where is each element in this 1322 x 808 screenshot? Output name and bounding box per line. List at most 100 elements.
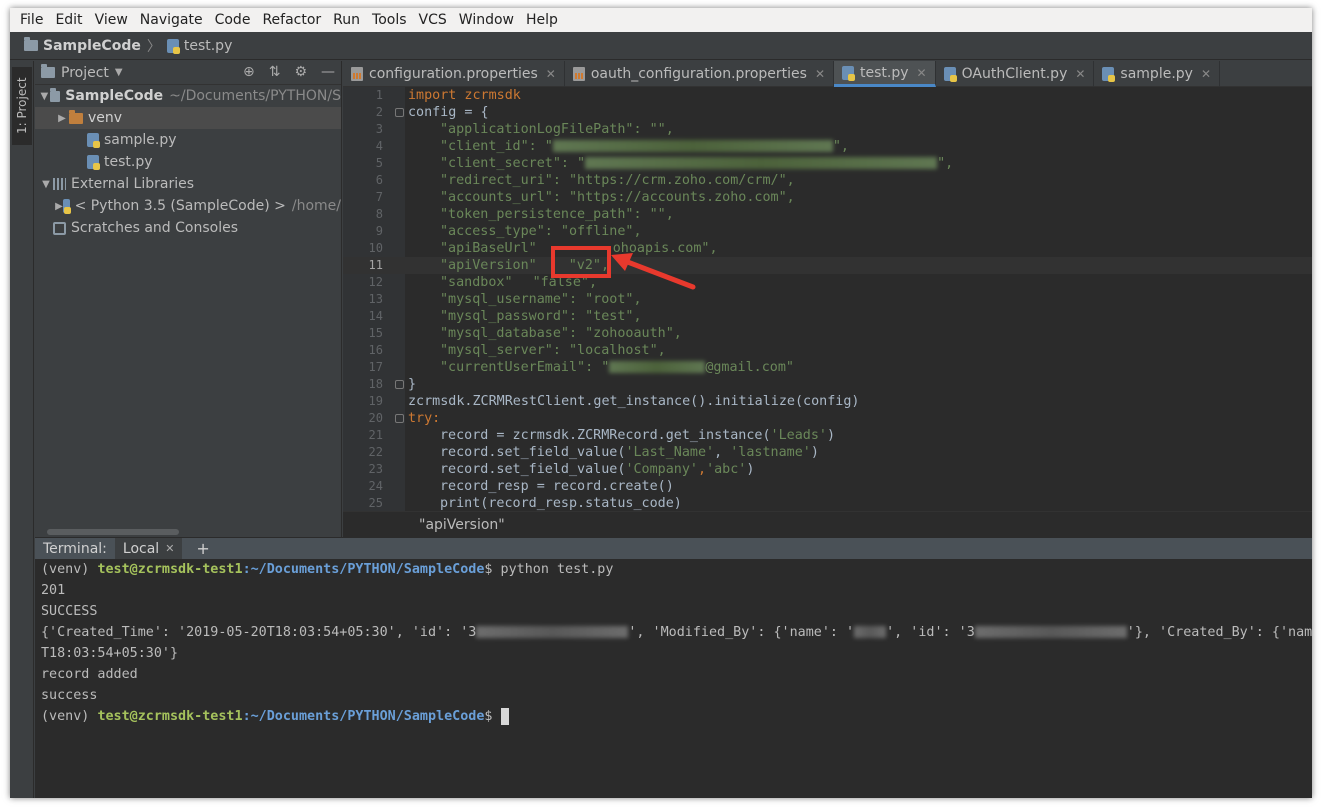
code-text: "sandbox" [440, 275, 513, 290]
code-text: "currentUserEmail": " [440, 360, 610, 375]
fold-icon[interactable] [395, 414, 404, 423]
menu-file[interactable]: File [14, 12, 49, 28]
tree-item-sample-py[interactable]: sample.py [35, 129, 341, 151]
menu-bar: File Edit View Navigate Code Refactor Ru… [10, 8, 1312, 32]
tree-item-scratches[interactable]: Scratches and Consoles [35, 217, 341, 239]
code-line: 8 "token_persistence_path": "", [343, 206, 1312, 223]
breadcrumb-project[interactable]: SampleCode [24, 37, 141, 54]
project-tree: ▼ SampleCode ~/Documents/PYTHON/S ▶ venv… [35, 85, 341, 239]
code-text: 'Leads' [770, 428, 827, 443]
tab-oauthclient-py[interactable]: OAuthClient.py ✕ [936, 61, 1095, 87]
tab-sample-py[interactable]: sample.py ✕ [1094, 61, 1221, 87]
terminal-line: success [41, 688, 98, 703]
code-text: config = { [408, 105, 489, 120]
code-text: "redirect_uri": "https://crm.zoho.com/cr… [440, 173, 795, 188]
code-line: 3 "applicationLogFilePath": "", [343, 121, 1312, 138]
code-text: 'lastname' [730, 445, 811, 460]
hide-panel-icon[interactable]: — [321, 64, 335, 80]
tree-item-label: sample.py [104, 132, 177, 148]
locate-icon[interactable]: ⊕ [243, 64, 255, 80]
tree-item-python-sdk[interactable]: ▶ < Python 3.5 (SampleCode) > /home/ [35, 195, 341, 217]
close-icon[interactable]: ✕ [815, 67, 825, 81]
terminal-line: record added [41, 667, 138, 682]
code-line-current: 11 "apiVersion" "v2", [343, 257, 1312, 274]
menu-help[interactable]: Help [520, 12, 564, 28]
code-line: 14 "mysql_password": "test", [343, 308, 1312, 325]
code-line: 9 "access_type": "offline", [343, 223, 1312, 240]
code-line: 16 "mysql_server": "localhost", [343, 342, 1312, 359]
python-file-icon [166, 38, 180, 54]
tree-item-venv[interactable]: ▶ venv [35, 107, 341, 129]
tab-configuration-properties[interactable]: configuration.properties ✕ [343, 61, 565, 87]
prompt-symbol: $ [484, 709, 501, 724]
terminal-text: ', 'id': '3 [886, 625, 975, 640]
chevron-right-icon: 〉 [146, 38, 161, 55]
close-icon[interactable]: ✕ [1075, 67, 1085, 81]
project-tool-tab[interactable]: 1: Project [12, 67, 32, 145]
code-text: 'Last_Name' [625, 445, 715, 460]
line-number: 19 [368, 394, 383, 408]
project-view-selector[interactable]: Project [61, 65, 109, 81]
menu-view[interactable]: View [89, 12, 134, 28]
editor-breadcrumb[interactable]: "apiVersion" [343, 511, 1312, 537]
python-file-icon [87, 133, 100, 148]
new-terminal-plus-icon[interactable]: + [182, 539, 223, 558]
terminal-tab-local[interactable]: Local ✕ [114, 537, 183, 560]
tab-test-py[interactable]: test.py ✕ [834, 61, 936, 87]
tree-item-samplecode[interactable]: ▼ SampleCode ~/Documents/PYTHON/S [35, 85, 341, 107]
menu-vcs[interactable]: VCS [413, 12, 453, 28]
code-text: "apiVersion" [440, 258, 537, 273]
redacted-value [974, 626, 1127, 638]
menu-window[interactable]: Window [453, 12, 520, 28]
tree-item-test-py[interactable]: test.py [35, 151, 341, 173]
line-number: 4 [375, 139, 383, 153]
code-text: "accounts_url": "https://accounts.zoho.c… [440, 190, 795, 205]
close-icon[interactable]: ✕ [917, 66, 927, 80]
code-text: import zcrmsdk [408, 88, 521, 103]
terminal-line: {'Created_Time': '2019-05-20T18:03:54+05… [41, 622, 1312, 643]
dropdown-arrow-icon[interactable]: ▼ [115, 67, 123, 78]
expanded-arrow-icon[interactable]: ▼ [39, 179, 53, 190]
code-line: 24 record_resp = record.create() [343, 478, 1312, 495]
properties-file-icon [351, 67, 363, 81]
tab-oauth-configuration-properties[interactable]: oauth_configuration.properties ✕ [565, 61, 835, 87]
breadcrumb-file[interactable]: test.py [166, 37, 233, 54]
line-number: 1 [375, 88, 383, 102]
navigation-bar: SampleCode 〉 test.py [10, 32, 1312, 60]
close-icon[interactable]: ✕ [546, 67, 556, 81]
redacted-value [585, 157, 938, 169]
line-number: 24 [368, 479, 383, 493]
code-text: ", [937, 156, 954, 171]
collapse-all-icon[interactable]: ⇅ [269, 64, 281, 80]
menu-navigate[interactable]: Navigate [134, 12, 209, 28]
code-text: "token_persistence_path": "", [440, 207, 674, 222]
python-file-icon [1102, 67, 1116, 82]
gear-icon[interactable]: ⚙ [294, 64, 307, 80]
close-icon[interactable]: ✕ [165, 542, 174, 555]
terminal-tab-label: Local [122, 540, 160, 557]
terminal-output[interactable]: (venv) test@zcrmsdk-test1:~/Documents/PY… [35, 559, 1312, 798]
menu-code[interactable]: Code [209, 12, 257, 28]
fold-icon[interactable] [395, 108, 404, 117]
fold-icon[interactable] [395, 380, 404, 389]
library-icon [53, 178, 66, 190]
menu-run[interactable]: Run [327, 12, 366, 28]
code-line: 17 "currentUserEmail": " @gmail.com" [343, 359, 1312, 376]
project-panel: Project ▼ ⊕ ⇅ ⚙ — ▼ SampleCode ~/Documen… [35, 61, 342, 537]
expanded-arrow-icon[interactable]: ▼ [39, 91, 50, 102]
menu-refactor[interactable]: Refactor [256, 12, 327, 28]
terminal-line: T18:03:54+05:30'} [41, 646, 179, 661]
code-editor[interactable]: 1 import zcrmsdk 2 config = { 3 "applicatio… [343, 87, 1312, 511]
code-text: ) [826, 428, 836, 443]
breadcrumb-file-label: test.py [183, 37, 233, 54]
tree-item-external-libraries[interactable]: ▼ External Libraries [35, 173, 341, 195]
collapsed-arrow-icon[interactable]: ▶ [55, 113, 69, 124]
line-number: 9 [375, 224, 383, 238]
collapsed-arrow-icon[interactable]: ▶ [55, 201, 63, 212]
close-icon[interactable]: ✕ [1201, 67, 1211, 81]
menu-edit[interactable]: Edit [49, 12, 88, 28]
horizontal-scrollbar[interactable] [47, 529, 179, 535]
menu-tools[interactable]: Tools [366, 12, 413, 28]
line-number: 14 [368, 309, 383, 323]
terminal-line: (venv) test@zcrmsdk-test1:~/Documents/PY… [41, 706, 1312, 727]
